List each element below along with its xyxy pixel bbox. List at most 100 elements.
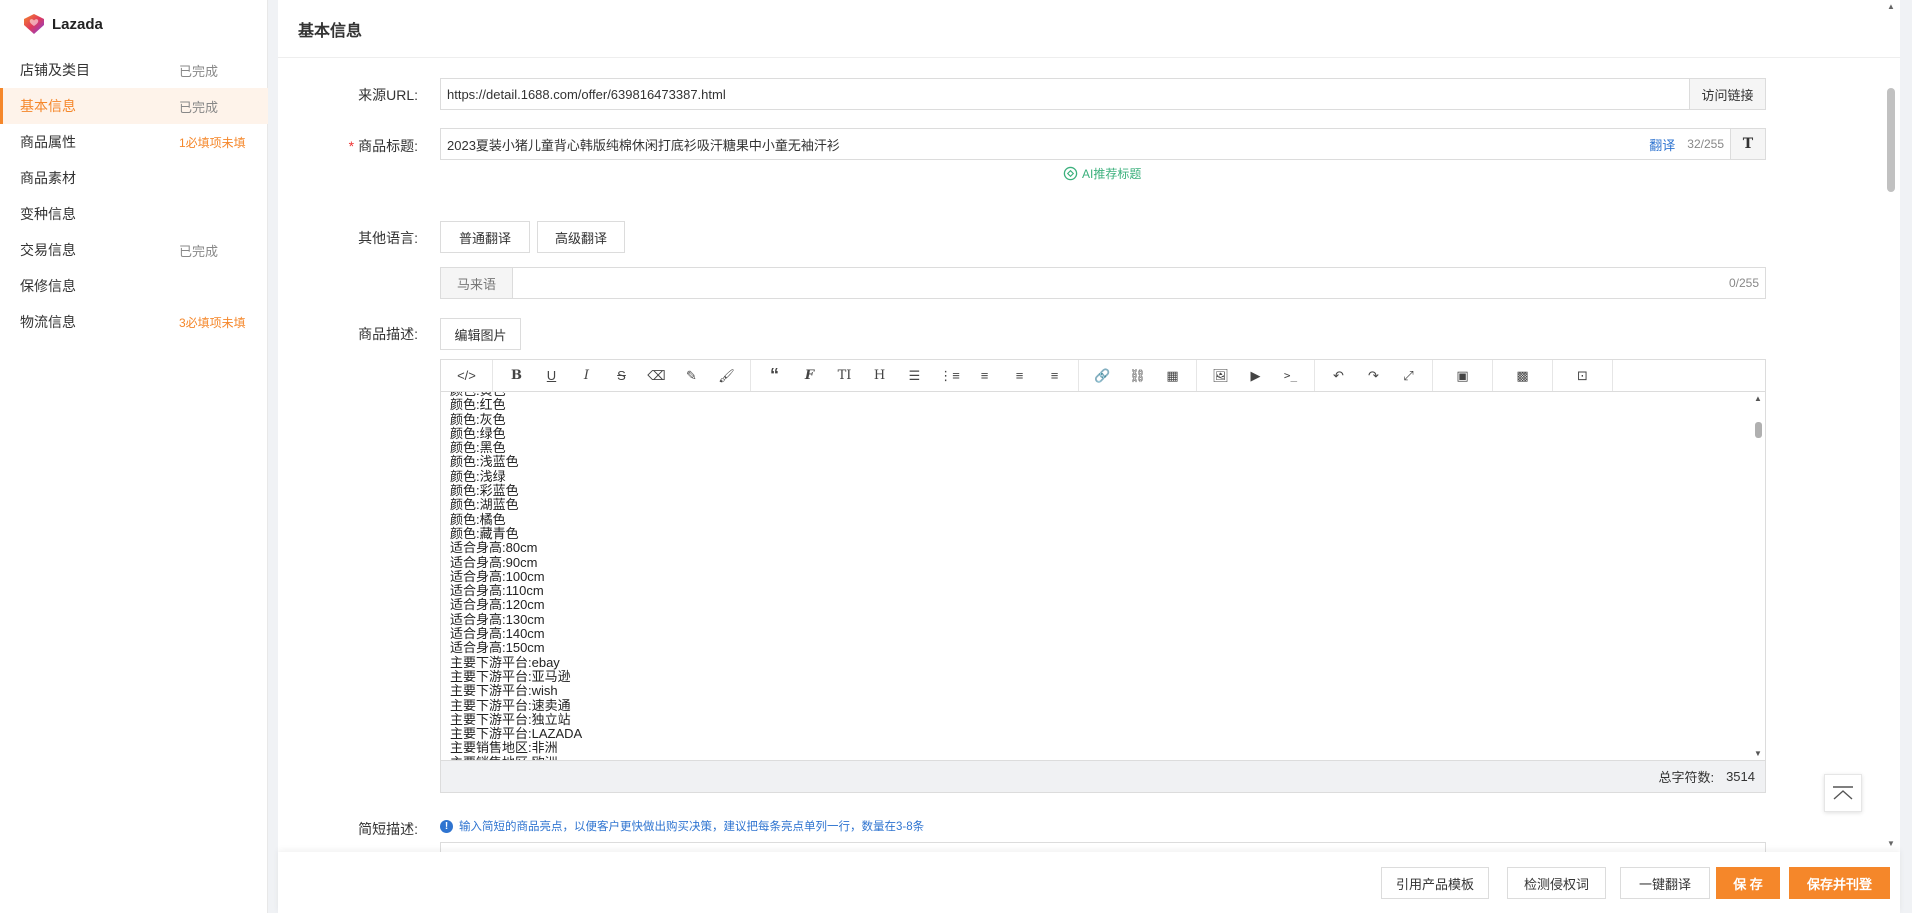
code-icon[interactable]: >_ [1273, 360, 1308, 391]
source-url-input[interactable]: https://detail.1688.com/offer/6398164733… [440, 78, 1690, 110]
char-count-label: 总字符数: [1658, 770, 1715, 785]
translate-link[interactable]: 翻译 [1649, 135, 1675, 154]
visit-link-button[interactable]: 访问链接 [1689, 78, 1766, 110]
malay-char-counter: 0/255 [1728, 276, 1759, 290]
description-line: 颜色:灰色 [450, 411, 506, 427]
description-line: 颜色:浅蓝色 [450, 454, 519, 470]
page-scrollbar[interactable]: ▲ ▼ [1884, 0, 1898, 850]
image-edit-icon[interactable]: ⊡ [1565, 360, 1600, 391]
use-template-button[interactable]: 引用产品模板 [1381, 867, 1489, 899]
save-and-publish-button[interactable]: 保存并刊登 [1789, 867, 1890, 899]
description-line: 颜色:绿色 [450, 425, 506, 441]
sidebar-item-attributes[interactable]: 商品属性 1必填项未填 [0, 124, 268, 160]
align-center-icon[interactable]: ≡ [1002, 360, 1037, 391]
ordered-list-icon[interactable]: ⋮≡ [932, 360, 967, 391]
description-line: 主要下游平台:wish [450, 683, 558, 699]
strikethrough-icon[interactable]: S [604, 360, 639, 391]
advanced-translate-button[interactable]: 高级翻译 [537, 221, 625, 253]
ai-suggest-title-label: AI推荐标题 [1082, 167, 1142, 181]
align-right-icon[interactable]: ≡ [1037, 360, 1072, 391]
font-family-icon[interactable]: F [792, 360, 827, 391]
redo-icon[interactable]: ↷ [1356, 360, 1391, 391]
sidebar-item-variants[interactable]: 变种信息 [0, 196, 268, 232]
link-icon[interactable]: 🔗 [1085, 360, 1120, 391]
unlink-icon[interactable]: ⛓ [1120, 360, 1155, 391]
description-line: 适合身高:120cm [450, 597, 545, 613]
edit-images-button[interactable]: 编辑图片 [440, 318, 521, 350]
editor-scrollbar[interactable]: ▲ ▼ [1751, 392, 1765, 760]
table-icon[interactable]: ▦ [1155, 360, 1190, 391]
source-url-value: https://detail.1688.com/offer/6398164733… [447, 86, 726, 102]
sidebar-item-warranty[interactable]: 保修信息 [0, 268, 268, 304]
scroll-up-icon[interactable]: ▲ [1887, 2, 1895, 11]
short-description-hint-text: 输入简短的商品亮点，以便客户更快做出购买决策，建议把每条亮点单列一行，数量在3-… [459, 821, 925, 833]
editor-scroll-thumb[interactable] [1755, 422, 1762, 438]
source-code-icon[interactable]: </> [449, 360, 484, 391]
sidebar-item-label: 店铺及类目 [20, 62, 90, 78]
eraser-icon[interactable]: ⌫ [639, 360, 674, 391]
product-title-label-text: 商品标题: [358, 138, 418, 154]
description-line: 主要下游平台:亚马逊 [450, 668, 571, 684]
description-editor[interactable]: 颜色:黄色颜色:红色颜色:灰色颜色:绿色颜色:黑色颜色:浅蓝色颜色:浅绿颜色:彩… [440, 392, 1766, 760]
sidebar-item-media[interactable]: 商品素材 [0, 160, 268, 196]
sidebar-item-logistics[interactable]: 物流信息 3必填项未填 [0, 304, 268, 340]
editor-toolbar: </> B U I S ⌫ ✎ 🖌 “ F TI H ☰ ⋮≡ ≡ ≡ ≡ 🔗 … [440, 359, 1766, 392]
brand-logo[interactable]: Lazada [22, 12, 103, 36]
sidebar-item-store-category[interactable]: 店铺及类目 已完成 [0, 52, 268, 88]
description-line: 适合身高:110cm [450, 583, 544, 599]
one-click-translate-button[interactable]: 一键翻译 [1620, 867, 1710, 899]
image-gallery-icon[interactable]: ▣ [1445, 360, 1480, 391]
text-format-icon: T [1742, 136, 1754, 152]
description-line: 主要销售地区:非洲 [450, 740, 558, 756]
normal-translate-button[interactable]: 普通翻译 [440, 221, 530, 253]
description-line: 颜色:湖蓝色 [450, 497, 519, 513]
bold-icon[interactable]: B [499, 360, 534, 391]
sidebar-item-basic-info[interactable]: 基本信息 已完成 [0, 88, 268, 124]
page-scroll-thumb[interactable] [1887, 88, 1895, 192]
sidebar-item-status: 1必填项未填 [179, 135, 246, 150]
description-line: 颜色:浅绿 [450, 468, 506, 484]
description-line: 适合身高:140cm [450, 626, 545, 642]
other-language-label: 其他语言: [358, 230, 418, 246]
sidebar-item-trade[interactable]: 交易信息 已完成 [0, 232, 268, 268]
sidebar-nav: 店铺及类目 已完成 基本信息 已完成 商品属性 1必填项未填 商品素材 变种信息… [0, 52, 268, 340]
pencil-icon[interactable]: ✎ [674, 360, 709, 391]
char-count-value: 3514 [1726, 769, 1755, 784]
product-title-input[interactable]: 2023夏装小猪儿童背心韩版纯棉休闲打底衫吸汗糖果中小童无袖汗衫 翻译 32/2… [440, 128, 1731, 160]
brush-icon[interactable]: 🖌 [709, 360, 744, 391]
sidebar-item-label: 交易信息 [20, 242, 76, 258]
italic-icon[interactable]: I [569, 360, 604, 391]
description-line: 主要下游平台:速卖通 [450, 697, 571, 713]
back-to-top-button[interactable] [1824, 774, 1862, 812]
editor-scroll-up-icon[interactable]: ▲ [1754, 394, 1762, 403]
sidebar-item-status: 已完成 [179, 99, 219, 115]
product-title-value: 2023夏装小猪儿童背心韩版纯棉休闲打底衫吸汗糖果中小童无袖汗衫 [447, 137, 840, 153]
description-line: 主要下游平台:LAZADA [450, 726, 583, 742]
sidebar-item-label: 商品属性 [20, 134, 76, 150]
font-size-icon[interactable]: TI [827, 360, 862, 391]
description-line: 颜色:藏青色 [450, 525, 519, 541]
qrcode-icon[interactable]: ▩ [1505, 360, 1540, 391]
description-line: 颜色:橘色 [450, 511, 506, 527]
image-icon[interactable]: 🖼 [1203, 360, 1238, 391]
sidebar-item-status: 已完成 [179, 243, 219, 259]
quote-icon[interactable]: “ [757, 360, 792, 391]
align-left-icon[interactable]: ≡ [967, 360, 1002, 391]
text-format-button[interactable]: T [1730, 128, 1766, 160]
ai-suggest-title-button[interactable]: AI推荐标题 [1063, 165, 1141, 182]
underline-icon[interactable]: U [534, 360, 569, 391]
video-icon[interactable]: ▶ [1238, 360, 1273, 391]
save-button[interactable]: 保 存 [1716, 867, 1780, 899]
sidebar-item-label: 物流信息 [20, 314, 76, 330]
editor-scroll-down-icon[interactable]: ▼ [1754, 749, 1762, 758]
source-url-label: 来源URL: [358, 87, 418, 103]
scroll-down-icon[interactable]: ▼ [1887, 839, 1895, 848]
malay-title-input[interactable]: 马来语 0/255 [440, 267, 1766, 299]
lazada-heart-icon [24, 14, 44, 34]
fullscreen-icon[interactable]: ⤢ [1391, 360, 1426, 391]
check-infringement-button[interactable]: 检测侵权词 [1507, 867, 1606, 899]
title-char-counter: 32/255 [1687, 137, 1724, 151]
undo-icon[interactable]: ↶ [1321, 360, 1356, 391]
bullet-list-icon[interactable]: ☰ [897, 360, 932, 391]
heading-icon[interactable]: H [862, 360, 897, 391]
